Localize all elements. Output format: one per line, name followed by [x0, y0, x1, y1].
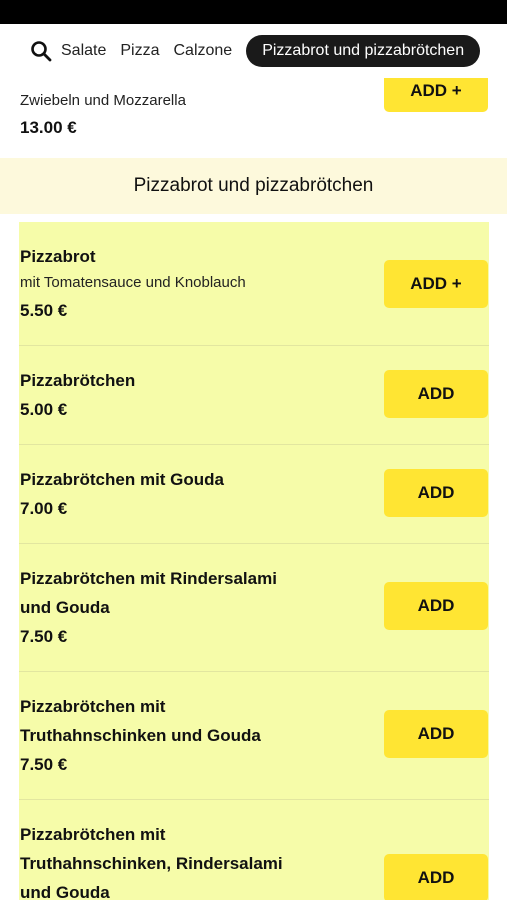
item-name-line: und Gouda	[20, 598, 110, 617]
item-name: Pizzabrötchen mit Rindersalami und Gouda	[20, 564, 350, 622]
add-button[interactable]: ADD	[384, 370, 488, 418]
item-name: Pizzabrötchen mit Truthahnschinken und G…	[20, 692, 350, 750]
tab-pizza[interactable]: Pizza	[120, 42, 159, 60]
item-price: 5.50 €	[20, 301, 68, 320]
menu-item[interactable]: Pizzabrötchen mit Gouda 7.00 € ADD	[19, 445, 489, 544]
menu-item[interactable]: Pizzabrötchen 5.00 € ADD	[19, 346, 489, 445]
menu-items-list: Pizzabrot mit Tomatensauce und Knoblauch…	[19, 222, 489, 900]
item-name-line: Pizzabrötchen mit	[20, 825, 166, 844]
item-description: Zwiebeln und Mozzarella	[20, 92, 186, 109]
add-button[interactable]: ADD +	[384, 260, 488, 308]
item-price: 13.00 €	[20, 118, 77, 137]
item-name: Pizzabrötchen mit Truthahnschinken, Rind…	[20, 820, 350, 900]
tab-salate[interactable]: Salate	[61, 42, 106, 60]
item-name-line: Truthahnschinken, Rindersalami	[20, 854, 283, 873]
item-name-line: Pizzabrötchen mit Rindersalami	[20, 569, 277, 588]
add-button[interactable]: ADD	[384, 469, 488, 517]
add-button[interactable]: ADD	[384, 582, 488, 630]
item-price: 5.00 €	[20, 400, 68, 419]
item-price: 7.00 €	[20, 499, 68, 518]
tab-calzone[interactable]: Calzone	[174, 42, 233, 60]
item-price: 7.50 €	[20, 627, 68, 646]
menu-item[interactable]: Pizzabrötchen mit Truthahnschinken, Rind…	[19, 800, 489, 900]
status-bar	[0, 0, 507, 24]
add-button[interactable]: ADD	[384, 710, 488, 758]
previous-menu-item: ADD + Zwiebeln und Mozzarella 13.00 €	[0, 78, 507, 158]
add-button[interactable]: ADD +	[384, 78, 488, 112]
item-name-line: und Gouda	[20, 883, 110, 900]
menu-item[interactable]: Pizzabrötchen mit Rindersalami und Gouda…	[19, 544, 489, 672]
category-nav: Salate Pizza Calzone Pizzabrot und pizza…	[0, 24, 507, 78]
item-description: mit Tomatensauce und Knoblauch	[20, 274, 246, 291]
item-name-line: Truthahnschinken und Gouda	[20, 726, 261, 745]
item-name: Pizzabrot	[20, 247, 96, 266]
tab-pizzabrot[interactable]: Pizzabrot und pizzabrötchen	[246, 35, 481, 67]
search-button[interactable]	[25, 35, 57, 67]
item-price: 7.50 €	[20, 755, 68, 774]
item-name-line: Pizzabrötchen mit	[20, 697, 166, 716]
menu-item[interactable]: Pizzabrot mit Tomatensauce und Knoblauch…	[19, 222, 489, 346]
item-name: Pizzabrötchen mit Gouda	[20, 470, 225, 489]
search-icon	[31, 41, 52, 62]
section-header: Pizzabrot und pizzabrötchen	[0, 158, 507, 214]
menu-item[interactable]: Pizzabrötchen mit Truthahnschinken und G…	[19, 672, 489, 800]
item-name: Pizzabrötchen	[20, 371, 136, 390]
add-button[interactable]: ADD	[384, 854, 488, 900]
